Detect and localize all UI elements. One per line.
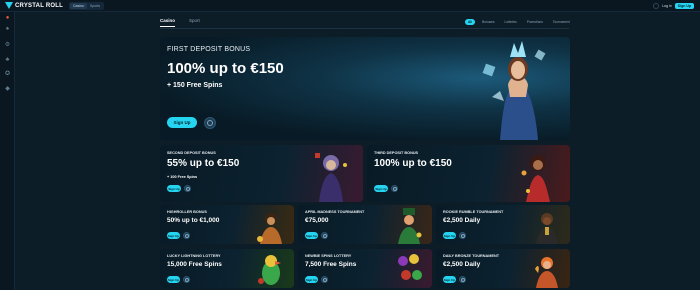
tab-casino[interactable]: Casino — [160, 18, 176, 27]
info-icon[interactable] — [321, 232, 328, 239]
signup-button[interactable]: Sign Up — [674, 2, 694, 9]
live-icon[interactable]: ♣ — [4, 57, 11, 63]
promo-filters: All Bonuses Lotteries Promotions Tournam… — [465, 19, 573, 25]
brand-logo[interactable]: CRYSTAL ROLL — [5, 2, 63, 9]
promo-signup-button[interactable]: Sign Up — [443, 232, 456, 239]
info-icon[interactable] — [459, 232, 466, 239]
info-icon[interactable] — [459, 276, 466, 283]
fruit-slot-art — [398, 254, 422, 280]
info-icon[interactable] — [184, 185, 191, 192]
promo-label: THIRD DEPOSIT BONUS — [374, 151, 419, 155]
info-icon[interactable] — [321, 276, 328, 283]
mode-casino[interactable]: Casino — [69, 2, 87, 9]
promo-title: €2,500 Daily — [443, 217, 481, 224]
top-right-actions: Log in Sign Up — [653, 2, 694, 9]
hero-subtitle: + 150 Free Spins — [167, 82, 223, 89]
promo-title: €2,500 Daily — [443, 261, 481, 268]
promo-label: DAILY BRONZE TOURNAMENT — [443, 254, 500, 258]
knight-character-art — [315, 153, 347, 202]
filter-lotteries[interactable]: Lotteries — [501, 19, 519, 25]
hero-label: FIRST DEPOSIT BONUS — [167, 46, 251, 53]
leprechaun-character-art — [398, 208, 422, 244]
hero-promo-card[interactable]: FIRST DEPOSIT BONUS 100% up to €150 + 15… — [160, 37, 570, 140]
promo-card[interactable]: APRIL MADNESS TOURNAMENT €75,000 Sign Up — [298, 205, 432, 244]
football-icon[interactable]: ✪ — [4, 71, 11, 77]
promo-icon[interactable]: ● — [4, 15, 11, 21]
casino-icon[interactable]: ♠ — [4, 26, 11, 32]
promo-label: LUCKY LIGHTNING LOTTERY — [167, 254, 221, 258]
filter-promotions[interactable]: Promotions — [524, 19, 546, 25]
tab-sport[interactable]: Sport — [189, 18, 200, 27]
hero-title: 100% up to €150 — [167, 60, 284, 77]
promo-card[interactable]: HIGHROLLER BONUS 50% up to €1,000 Sign U… — [160, 205, 294, 244]
promo-title: 50% up to €1,000 — [167, 217, 220, 224]
info-icon[interactable] — [183, 232, 190, 239]
brand-name: CRYSTAL ROLL — [15, 2, 63, 9]
promo-signup-button[interactable]: Sign Up — [167, 276, 180, 283]
promo-signup-button[interactable]: Sign Up — [305, 232, 318, 239]
filter-bonuses[interactable]: Bonuses — [479, 19, 497, 25]
theme-toggle-icon[interactable] — [653, 2, 660, 9]
parrot-character-art — [258, 255, 281, 285]
gentleman-character-art — [536, 213, 558, 244]
info-icon[interactable] — [204, 117, 216, 129]
promo-signup-button[interactable]: Sign Up — [443, 276, 456, 283]
promo-subtitle: + 100 Free Spins — [167, 175, 198, 179]
promo-label: SECOND DEPOSIT BONUS — [167, 151, 216, 155]
promo-card[interactable]: DAILY BRONZE TOURNAMENT €2,500 Daily Sig… — [436, 249, 570, 288]
promo-label: ROOKIE RUMBLE TOURNAMENT — [443, 210, 504, 214]
hero-signup-button[interactable]: Sign Up — [167, 117, 197, 128]
mode-switch: Casino Sports — [68, 1, 104, 10]
login-button[interactable]: Log in — [662, 4, 672, 8]
promo-label: HIGHROLLER BONUS — [167, 210, 207, 214]
crystal-logo-icon — [5, 2, 13, 9]
info-icon[interactable] — [391, 185, 398, 192]
sports-icon[interactable]: ⚙ — [4, 42, 11, 48]
promo-title: 100% up to €150 — [374, 158, 452, 169]
top-bar: CRYSTAL ROLL Casino Sports Log in Sign U… — [0, 0, 700, 12]
promo-signup-button[interactable]: Sign Up — [167, 185, 181, 192]
promo-title: 7,500 Free Spins — [305, 261, 357, 268]
promo-title: €75,000 — [305, 217, 329, 224]
controller-icon[interactable]: ◆ — [4, 86, 11, 92]
promo-signup-button[interactable]: Sign Up — [167, 232, 180, 239]
pirate-character-art — [257, 213, 282, 244]
mode-sports[interactable]: Sports — [87, 3, 103, 9]
promo-card[interactable]: THIRD DEPOSIT BONUS 100% up to €150 Sign… — [367, 145, 570, 202]
promo-card[interactable]: NEWBIE SPINS LOTTERY 7,500 Free Spins Si… — [298, 249, 432, 288]
promo-card[interactable]: SECOND DEPOSIT BONUS 55% up to €150 + 10… — [160, 145, 363, 202]
promo-signup-button[interactable]: Sign Up — [374, 185, 388, 192]
promo-label: APRIL MADNESS TOURNAMENT — [305, 210, 365, 214]
hero-character-art — [482, 41, 546, 140]
promo-title: 55% up to €150 — [167, 158, 240, 169]
tab-divider — [160, 28, 569, 29]
promo-card[interactable]: LUCKY LIGHTNING LOTTERY 15,000 Free Spin… — [160, 249, 294, 288]
info-icon[interactable] — [183, 276, 190, 283]
promo-label: NEWBIE SPINS LOTTERY — [305, 254, 352, 258]
filter-tournament[interactable]: Tournament — [550, 19, 573, 25]
promo-title: 15,000 Free Spins — [167, 261, 222, 268]
fire-character-art — [535, 257, 558, 288]
filter-all[interactable]: All — [465, 19, 476, 25]
sidebar: ● ♠ ⚙ ♣ ✪ ◆ — [0, 12, 15, 290]
promo-signup-button[interactable]: Sign Up — [305, 276, 318, 283]
category-tabs: Casino Sport — [160, 18, 200, 27]
promo-card[interactable]: ROOKIE RUMBLE TOURNAMENT €2,500 Daily Si… — [436, 205, 570, 244]
dancer-character-art — [521, 155, 550, 202]
